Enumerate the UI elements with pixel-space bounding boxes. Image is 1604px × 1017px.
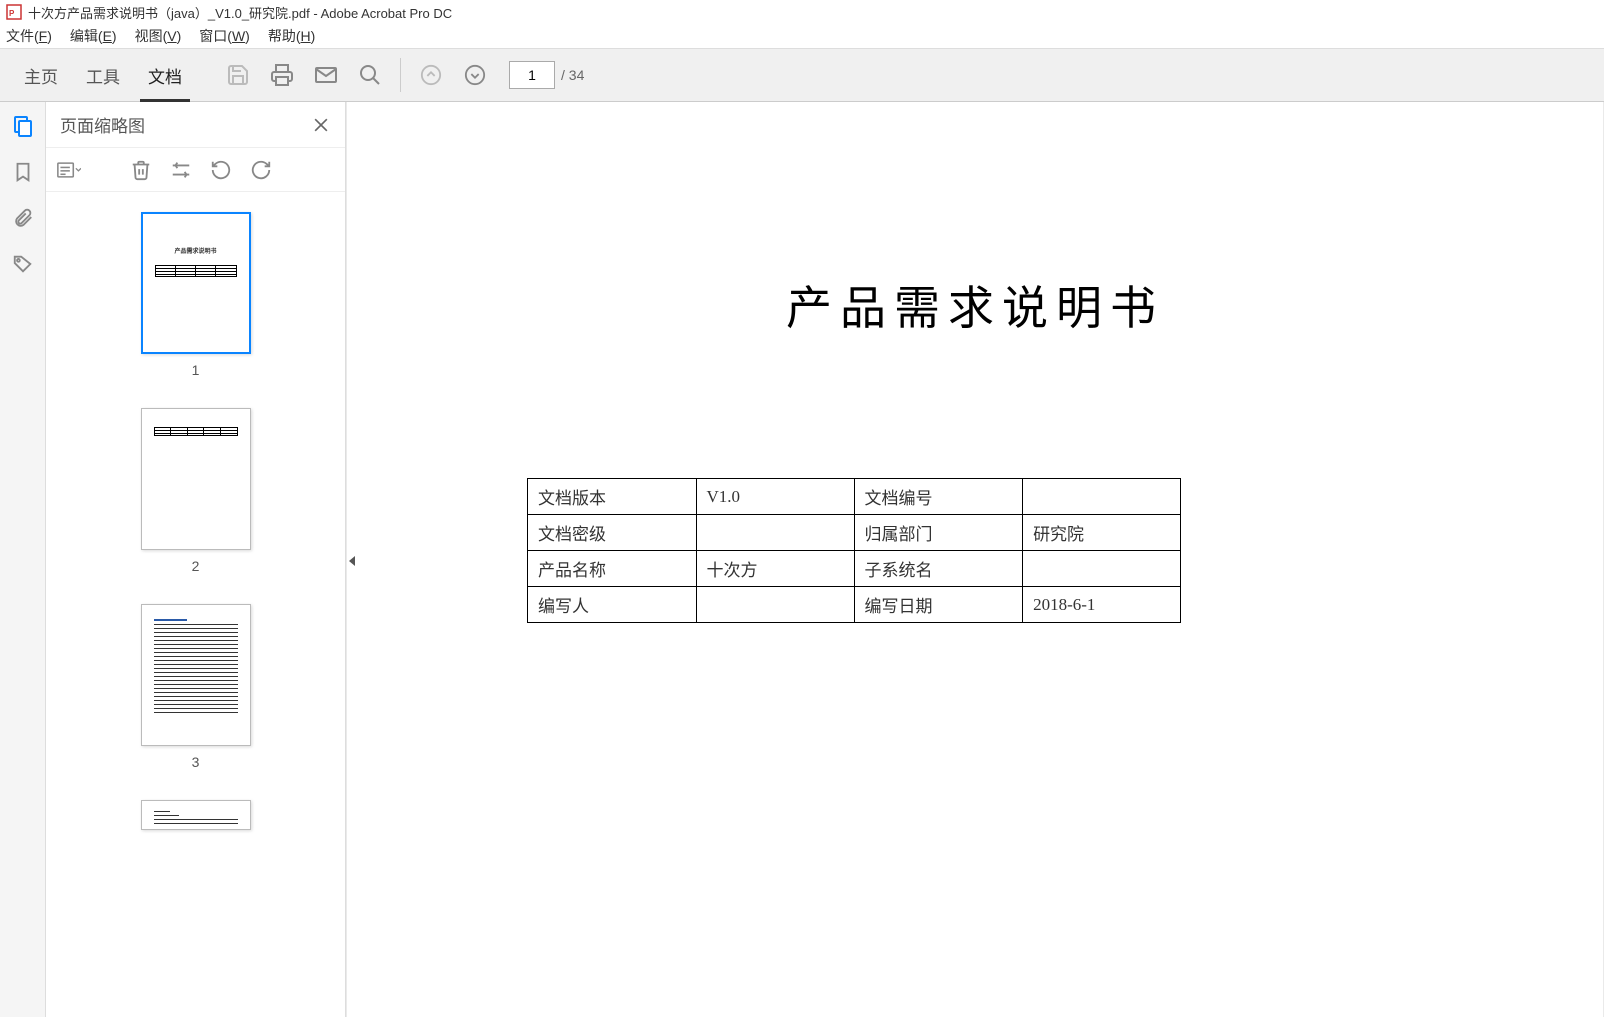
thumb-options-icon[interactable] xyxy=(56,157,82,183)
menu-view[interactable]: 视图(V) xyxy=(135,26,182,46)
thumbnail-list[interactable]: 产品需求说明书 1 xyxy=(46,192,345,1017)
cell-subsystem-label: 子系统名 xyxy=(854,551,1023,587)
cell-product-value: 十次方 xyxy=(696,551,854,587)
document-info-table: 文档版本 V1.0 文档编号 文档密级 归属部门 研究院 产品名称 十次方 子系… xyxy=(527,478,1181,623)
thumbnail-number: 1 xyxy=(192,362,200,378)
delete-icon[interactable] xyxy=(128,157,154,183)
pdf-file-icon: P xyxy=(6,4,22,20)
rotate-cw-icon[interactable] xyxy=(248,157,274,183)
titlebar: P 十次方产品需求说明书（java）_V1.0_研究院.pdf - Adobe … xyxy=(0,0,1604,24)
thumbnail-number: 3 xyxy=(192,754,200,770)
rotate-ccw-icon[interactable] xyxy=(208,157,234,183)
cell-secrecy-label: 文档密级 xyxy=(528,515,697,551)
document-title: 产品需求说明书 xyxy=(527,272,1423,338)
menu-window[interactable]: 窗口(W) xyxy=(199,26,250,46)
tag-rail-icon[interactable] xyxy=(9,250,37,278)
page-up-icon[interactable] xyxy=(417,61,445,89)
thumbnail-panel-title: 页面缩略图 xyxy=(60,112,145,137)
menu-help[interactable]: 帮助(H) xyxy=(268,26,315,46)
window-title: 十次方产品需求说明书（java）_V1.0_研究院.pdf - Adobe Ac… xyxy=(28,3,452,22)
thumbnail-item[interactable]: 产品需求说明书 1 xyxy=(46,212,345,378)
document-viewer[interactable]: 产品需求说明书 文档版本 V1.0 文档编号 文档密级 归属部门 研究院 产品名… xyxy=(346,102,1604,1017)
cell-date-value: 2018-6-1 xyxy=(1023,587,1181,623)
cell-doc-number-value xyxy=(1023,479,1181,515)
close-panel-icon[interactable] xyxy=(311,115,331,135)
tab-home[interactable]: 主页 xyxy=(10,49,72,102)
search-icon[interactable] xyxy=(356,61,384,89)
svg-text:P: P xyxy=(9,9,15,18)
thumbnail-number: 2 xyxy=(192,558,200,574)
cell-doc-number-label: 文档编号 xyxy=(854,479,1023,515)
menu-file[interactable]: 文件(F) xyxy=(6,26,52,46)
thumbnail-panel: 页面缩略图 xyxy=(46,102,346,1017)
mail-icon[interactable] xyxy=(312,61,340,89)
cell-doc-version-value: V1.0 xyxy=(696,479,854,515)
attachment-rail-icon[interactable] xyxy=(9,204,37,232)
bookmark-rail-icon[interactable] xyxy=(9,158,37,186)
page-down-icon[interactable] xyxy=(461,61,489,89)
menu-edit[interactable]: 编辑(E) xyxy=(70,26,117,46)
thumbnail-page-3[interactable] xyxy=(141,604,251,746)
thumbnail-item[interactable] xyxy=(46,800,345,830)
left-icon-rail xyxy=(0,102,46,1017)
page-canvas: 产品需求说明书 文档版本 V1.0 文档编号 文档密级 归属部门 研究院 产品名… xyxy=(347,102,1603,1017)
page-number-input[interactable] xyxy=(509,61,555,89)
thumbnail-panel-header: 页面缩略图 xyxy=(46,102,345,148)
collapse-panel-handle[interactable] xyxy=(345,541,359,581)
thumbnail-page-2[interactable] xyxy=(141,408,251,550)
cell-author-value xyxy=(696,587,854,623)
thumbnail-item[interactable]: 2 xyxy=(46,408,345,574)
thumbnail-page-1[interactable]: 产品需求说明书 xyxy=(141,212,251,354)
tab-document[interactable]: 文档 xyxy=(134,49,196,102)
cell-author-label: 编写人 xyxy=(528,587,697,623)
thumbnail-item[interactable]: 3 xyxy=(46,604,345,770)
toolbar: 主页 工具 文档 / 34 xyxy=(0,48,1604,102)
crop-icon[interactable] xyxy=(168,157,194,183)
main-area: 页面缩略图 xyxy=(0,102,1604,1017)
cell-subsystem-value xyxy=(1023,551,1181,587)
thumbnails-rail-icon[interactable] xyxy=(9,112,37,140)
tab-tools[interactable]: 工具 xyxy=(72,49,134,102)
cell-product-label: 产品名称 xyxy=(528,551,697,587)
thumbnail-tools xyxy=(46,148,345,192)
thumb-mini-title: 产品需求说明书 xyxy=(149,246,243,255)
cell-department-value: 研究院 xyxy=(1023,515,1181,551)
print-icon[interactable] xyxy=(268,61,296,89)
cell-secrecy-value xyxy=(696,515,854,551)
save-icon[interactable] xyxy=(224,61,252,89)
page-total-label: / 34 xyxy=(561,67,584,83)
cell-department-label: 归属部门 xyxy=(854,515,1023,551)
thumbnail-page-4[interactable] xyxy=(141,800,251,830)
menubar: 文件(F) 编辑(E) 视图(V) 窗口(W) 帮助(H) xyxy=(0,24,1604,48)
cell-date-label: 编写日期 xyxy=(854,587,1023,623)
cell-doc-version-label: 文档版本 xyxy=(528,479,697,515)
